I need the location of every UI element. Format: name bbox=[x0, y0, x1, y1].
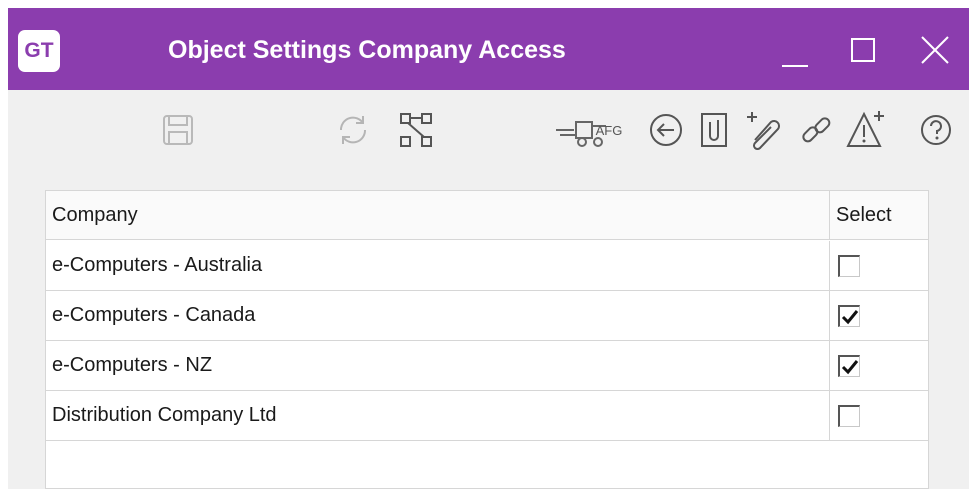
minimize-icon bbox=[782, 65, 808, 67]
grid-header-row: Company Select bbox=[46, 191, 928, 240]
maximize-button[interactable] bbox=[838, 25, 888, 75]
hierarchy-button[interactable] bbox=[391, 100, 441, 160]
help-icon bbox=[921, 115, 951, 145]
select-checkbox[interactable] bbox=[838, 305, 860, 327]
refresh-icon bbox=[339, 116, 367, 144]
company-name-cell: e-Computers - Canada bbox=[46, 291, 830, 340]
add-attachment-button[interactable] bbox=[741, 100, 785, 160]
select-checkbox[interactable] bbox=[838, 355, 860, 377]
back-button[interactable] bbox=[644, 100, 688, 160]
minimize-button[interactable] bbox=[770, 25, 820, 75]
close-icon bbox=[921, 36, 949, 64]
company-access-grid: Company Select e-Computers - Australia e… bbox=[45, 190, 929, 489]
company-name-cell: e-Computers - Australia bbox=[46, 241, 830, 290]
column-header-select[interactable]: Select bbox=[830, 191, 928, 240]
save-icon bbox=[163, 115, 193, 145]
select-checkbox[interactable] bbox=[838, 405, 860, 427]
company-name-cell: e-Computers - NZ bbox=[46, 341, 830, 390]
maximize-icon bbox=[851, 38, 875, 62]
refresh-button[interactable] bbox=[328, 100, 378, 160]
table-row[interactable]: e-Computers - Australia bbox=[46, 241, 928, 291]
add-attachment-icon bbox=[747, 112, 780, 150]
afg-label: AFG bbox=[595, 122, 623, 138]
select-cell bbox=[830, 341, 928, 390]
company-name-cell: Distribution Company Ltd bbox=[46, 391, 830, 440]
attachments-button[interactable] bbox=[692, 100, 736, 160]
select-cell bbox=[830, 291, 928, 340]
back-arrow-icon bbox=[650, 114, 682, 146]
select-cell bbox=[830, 241, 928, 290]
table-row[interactable]: Distribution Company Ltd bbox=[46, 391, 928, 441]
close-button[interactable] bbox=[910, 25, 960, 75]
save-button[interactable] bbox=[153, 100, 203, 160]
company-access-window: GT Object Settings Company Access AFG Co… bbox=[8, 8, 969, 489]
window-title: Object Settings Company Access bbox=[168, 36, 566, 64]
checkmark-icon bbox=[841, 360, 859, 375]
add-alert-button[interactable] bbox=[844, 100, 888, 160]
table-row[interactable]: e-Computers - NZ bbox=[46, 341, 928, 391]
toolbar: AFG bbox=[8, 100, 969, 160]
attachment-icon bbox=[701, 113, 727, 147]
checkmark-icon bbox=[841, 310, 859, 325]
help-button[interactable] bbox=[914, 100, 958, 160]
select-cell bbox=[830, 391, 928, 440]
afg-button[interactable]: AFG bbox=[533, 100, 643, 160]
link-button[interactable] bbox=[794, 100, 838, 160]
column-header-company[interactable]: Company bbox=[46, 191, 830, 240]
hierarchy-icon bbox=[400, 113, 432, 147]
add-alert-icon bbox=[846, 111, 884, 147]
table-row[interactable]: e-Computers - Canada bbox=[46, 291, 928, 341]
link-icon bbox=[802, 117, 831, 143]
select-checkbox[interactable] bbox=[838, 255, 860, 277]
app-logo: GT bbox=[18, 30, 60, 72]
title-bar: GT Object Settings Company Access bbox=[8, 8, 969, 90]
